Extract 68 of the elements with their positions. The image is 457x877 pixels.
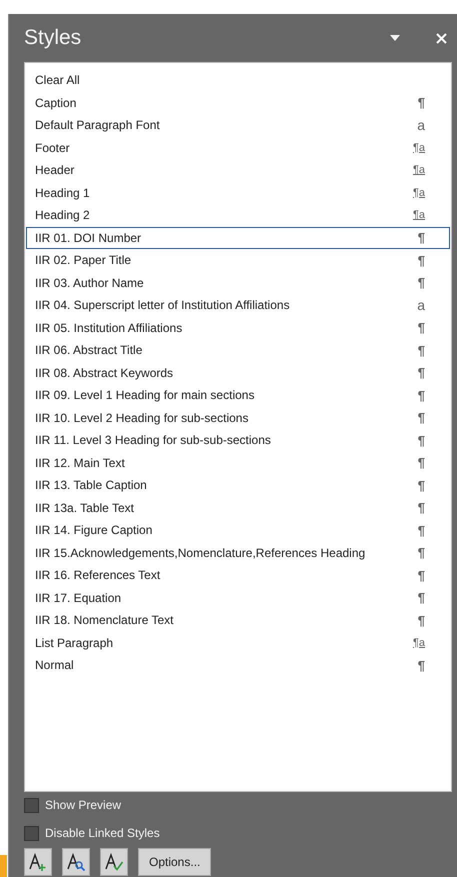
paragraph-mark: ¶ [418, 274, 425, 292]
manage-styles-button[interactable] [100, 848, 128, 876]
style-item[interactable]: IIR 02. Paper Title ¶ [26, 249, 450, 272]
new-style-button[interactable] [24, 848, 52, 876]
style-item[interactable]: Footer ¶a [26, 136, 450, 159]
dropdown-caret-icon[interactable] [390, 35, 400, 41]
letter-check-icon [104, 852, 124, 872]
paragraph-mark: ¶ [418, 612, 425, 630]
style-item[interactable]: IIR 13. Table Caption ¶ [26, 474, 450, 496]
style-item[interactable]: Clear All [26, 69, 450, 92]
style-item[interactable]: IIR 18. Nomenclature Text ¶ [26, 609, 450, 632]
style-item[interactable]: IIR 01. DOI Number ¶ [26, 226, 450, 249]
letter-magnifier-icon [66, 852, 86, 872]
paragraph-mark: ¶ [418, 499, 425, 517]
pane-title: Styles [24, 25, 82, 52]
style-item[interactable]: Normal ¶ [26, 654, 450, 676]
options-button[interactable]: Options... [138, 848, 212, 876]
linked-mark: ¶a [412, 636, 425, 650]
linked-mark: ¶a [412, 208, 425, 223]
style-item[interactable]: IIR 14. Figure Caption ¶ [26, 519, 450, 542]
checkbox-label: Disable Linked Styles [45, 825, 160, 842]
paragraph-mark: ¶ [418, 476, 425, 494]
paragraph-mark: ¶ [418, 94, 425, 112]
paragraph-mark: ¶ [418, 319, 425, 337]
style-item[interactable]: IIR 10. Level 2 Heading for sub-sections ¶ [26, 406, 450, 429]
style-item[interactable]: IIR 06. Abstract Title ¶ [26, 339, 450, 362]
style-item[interactable]: IIR 04. Superscript letter of Institution Affiliations a [26, 294, 450, 316]
character-mark: a [417, 116, 425, 135]
style-item[interactable]: IIR 17. Equation ¶ [26, 586, 450, 609]
style-inspector-button[interactable] [62, 848, 90, 876]
document-highlight [0, 855, 7, 877]
checkbox-label: Show Preview [45, 797, 122, 814]
style-item[interactable]: IIR 11. Level 3 Heading for sub-sub-sections ¶ [26, 429, 450, 452]
style-item[interactable]: IIR 08. Abstract Keywords ¶ [26, 362, 450, 384]
style-item[interactable]: IIR 15.Acknowledgements,Nomenclature,References Heading ¶ [26, 542, 450, 564]
paragraph-mark: ¶ [418, 432, 425, 450]
paragraph-mark: ¶ [418, 364, 425, 382]
style-item[interactable]: IIR 13a. Table Text ¶ [26, 496, 450, 519]
character-mark: a [417, 296, 425, 315]
style-item[interactable]: Caption ¶ [26, 92, 450, 114]
style-item[interactable]: IIR 03. Author Name ¶ [26, 272, 450, 294]
style-item[interactable]: IIR 05. Institution Affiliations ¶ [26, 316, 450, 339]
paragraph-mark: ¶ [418, 522, 425, 540]
style-item[interactable]: Heading 1 ¶a [26, 182, 450, 204]
paragraph-mark: ¶ [418, 454, 425, 472]
style-item[interactable]: IIR 12. Main Text ¶ [26, 452, 450, 474]
style-item[interactable]: Header ¶a [26, 159, 450, 182]
paragraph-mark: ¶ [418, 656, 425, 674]
style-item[interactable]: List Paragraph ¶a [26, 632, 450, 654]
paragraph-mark: ¶ [418, 544, 425, 562]
paragraph-mark: ¶ [418, 386, 425, 404]
checkbox[interactable] [24, 826, 39, 840]
style-item[interactable]: IIR 16. References Text ¶ [26, 564, 450, 586]
checkbox[interactable] [24, 798, 39, 812]
paragraph-mark: ¶ [418, 409, 425, 427]
style-item[interactable]: IIR 09. Level 1 Heading for main sections ¶ [26, 384, 450, 406]
linked-mark: ¶a [412, 163, 425, 178]
paragraph-mark: ¶ [418, 229, 425, 247]
paragraph-mark: ¶ [418, 589, 425, 607]
linked-mark: ¶a [412, 186, 425, 200]
paragraph-mark: ¶ [418, 252, 425, 270]
paragraph-mark: ¶ [418, 342, 425, 360]
letter-plus-icon [28, 852, 48, 872]
linked-mark: ¶a [412, 140, 425, 156]
paragraph-mark: ¶ [418, 566, 425, 584]
style-item[interactable]: Heading 2 ¶a [26, 204, 450, 226]
close-icon[interactable] [436, 32, 447, 44]
style-item[interactable]: Default Paragraph Font a [26, 114, 450, 136]
